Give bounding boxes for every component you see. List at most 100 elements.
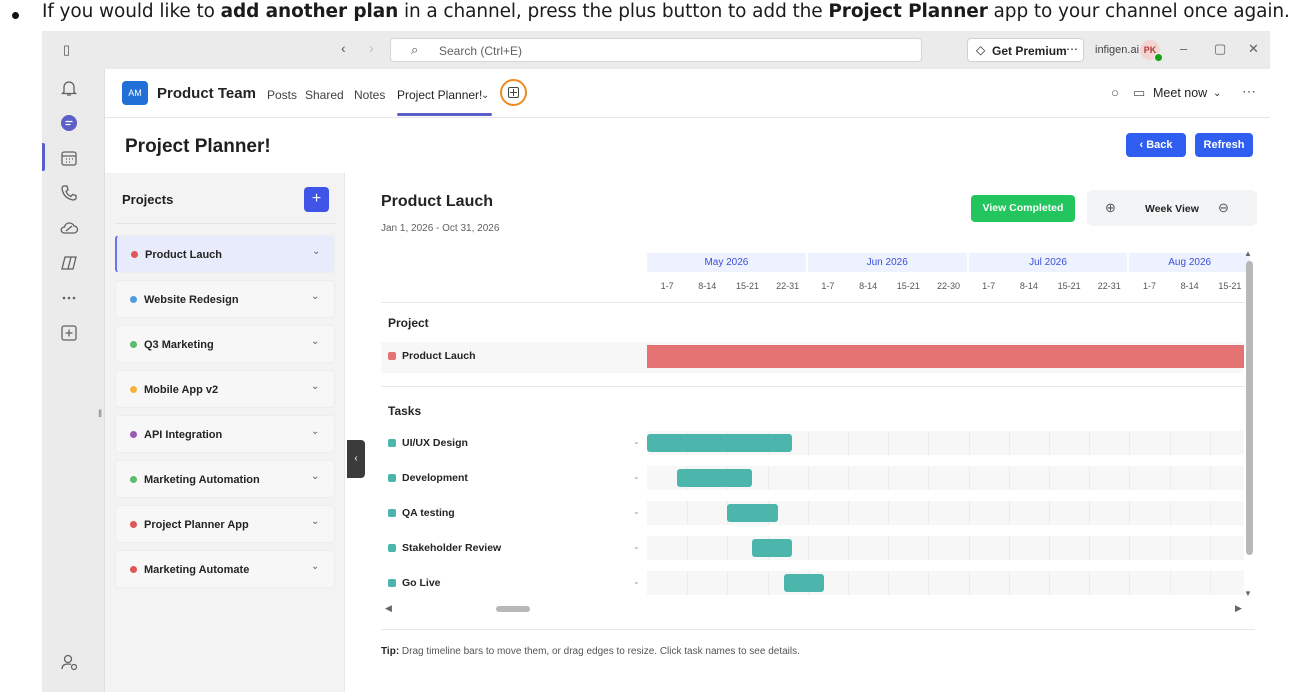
tab-posts[interactable]: Posts <box>267 88 297 102</box>
project-bar[interactable] <box>647 345 1244 368</box>
more-apps-icon[interactable] <box>58 287 80 309</box>
tip-text: Tip: Drag timeline bars to move them, or… <box>381 646 800 657</box>
scroll-left-icon[interactable]: ◀ <box>385 603 392 614</box>
week-gridline <box>807 431 809 455</box>
forward-nav-icon[interactable]: › <box>369 40 374 56</box>
chevron-down-icon[interactable]: ⌄ <box>311 336 319 347</box>
task-name[interactable]: Go Live <box>388 577 441 589</box>
chat-bubble-icon[interactable]: ○ <box>1111 85 1119 100</box>
chevron-down-icon[interactable]: ⌄ <box>312 246 320 257</box>
task-name[interactable]: UI/UX Design <box>388 437 468 449</box>
chevron-down-icon[interactable]: ⌄ <box>633 542 640 551</box>
tab-shared[interactable]: Shared <box>305 88 344 102</box>
scroll-up-icon[interactable]: ▲ <box>1244 249 1252 258</box>
back-nav-icon[interactable]: ‹ <box>341 40 346 56</box>
week-gridline <box>1049 501 1050 525</box>
week-gridline <box>968 431 970 455</box>
chevron-down-icon[interactable]: ⌄ <box>633 472 640 481</box>
get-premium-button[interactable]: ◇ Get Premium ⋯ <box>967 38 1084 62</box>
week-gridline <box>1008 466 1010 490</box>
week-gridline <box>687 501 689 525</box>
search-icon: ⌕ <box>411 42 419 57</box>
more-icon[interactable]: ⋯ <box>1066 42 1078 56</box>
chevron-down-icon[interactable]: ⌄ <box>311 426 319 437</box>
collapse-sidebar-button[interactable]: ‹ <box>347 440 365 478</box>
project-row-label[interactable]: Product Lauch <box>388 350 476 362</box>
task-bar[interactable] <box>647 434 792 452</box>
video-icon[interactable]: ▭ <box>1133 85 1145 101</box>
week-gridline <box>767 571 769 595</box>
avatar[interactable]: PK <box>1140 40 1163 62</box>
restore-icon[interactable]: ▢ <box>1214 41 1226 57</box>
user-settings-icon[interactable] <box>58 651 80 673</box>
calendar-icon[interactable] <box>58 147 80 169</box>
sidebar-item-project[interactable]: Project Planner App ⌄ <box>115 505 335 543</box>
project-name: Marketing Automate <box>144 564 250 576</box>
task-bar[interactable] <box>783 574 824 592</box>
sidebar-toggle-icon[interactable]: ▯ <box>63 42 70 58</box>
week-gridline <box>1089 536 1091 560</box>
task-bar[interactable] <box>677 469 752 487</box>
add-tab-button[interactable] <box>500 79 527 106</box>
sidebar-item-project[interactable]: Marketing Automate ⌄ <box>115 550 335 588</box>
add-project-button[interactable]: + <box>304 187 329 212</box>
task-name[interactable]: Development <box>388 472 468 484</box>
week-gridline <box>727 536 729 560</box>
task-name[interactable]: QA testing <box>388 507 455 519</box>
month-header: Aug 2026 <box>1129 253 1250 272</box>
minimize-icon[interactable]: – <box>1180 41 1187 56</box>
scroll-right-icon[interactable]: ▶ <box>1235 603 1242 614</box>
chevron-down-icon[interactable]: ⌄ <box>633 577 640 586</box>
resize-grip-icon[interactable]: ‖ <box>98 409 102 420</box>
project-color-dot <box>130 566 137 573</box>
week-header: 8-14 <box>1180 281 1199 291</box>
sidebar-item-project[interactable]: Q3 Marketing ⌄ <box>115 325 335 363</box>
meet-now-button[interactable]: Meet now <box>1153 86 1207 100</box>
sidebar-item-project[interactable]: API Integration ⌄ <box>115 415 335 453</box>
task-bar[interactable] <box>727 504 778 522</box>
chevron-down-icon[interactable]: ⌄ <box>311 471 319 482</box>
chevron-down-icon[interactable]: ⌄ <box>311 516 319 527</box>
chevron-down-icon[interactable]: ⌄ <box>311 381 319 392</box>
search-input[interactable]: ⌕ Search (Ctrl+E) <box>390 38 922 62</box>
back-button[interactable]: ‹ Back <box>1126 133 1186 157</box>
tab-project-planner[interactable]: Project Planner! <box>397 88 482 102</box>
add-apps-icon[interactable] <box>58 322 80 344</box>
week-gridline <box>1209 466 1211 490</box>
week-gridline <box>848 466 849 490</box>
chevron-down-icon[interactable]: ⌄ <box>311 561 319 572</box>
meet-chevron-icon[interactable]: ⌄ <box>1213 88 1221 99</box>
tab-notes[interactable]: Notes <box>354 88 385 102</box>
project-color-dot <box>130 431 137 438</box>
vertical-scrollbar[interactable] <box>1246 261 1253 555</box>
task-name[interactable]: Stakeholder Review <box>388 542 501 554</box>
close-icon[interactable]: ✕ <box>1248 41 1259 57</box>
gantt-timeline: May 2026 Jun 2026 Jul 2026 Aug 2026 1-7 8-14 1… <box>365 173 1270 692</box>
divider <box>115 223 335 224</box>
sidebar-item-project[interactable]: Product Lauch ⌄ <box>115 235 335 273</box>
bell-icon[interactable] <box>58 77 80 99</box>
week-gridline <box>1209 536 1211 560</box>
week-header: 1-7 <box>821 281 835 291</box>
chevron-down-icon[interactable]: ⌄ <box>481 90 489 101</box>
chevron-down-icon[interactable]: ⌄ <box>633 437 640 446</box>
horizontal-scrollbar[interactable] <box>496 606 530 612</box>
projects-sidebar: Projects + Product Lauch ⌄ Website Redesig… <box>105 173 345 692</box>
sidebar-item-project[interactable]: Marketing Automation ⌄ <box>115 460 335 498</box>
phone-icon[interactable] <box>58 182 80 204</box>
chevron-down-icon[interactable]: ⌄ <box>633 507 640 516</box>
scroll-down-icon[interactable]: ▼ <box>1244 589 1252 598</box>
more-icon[interactable]: ⋯ <box>1242 83 1256 100</box>
copilot-icon[interactable] <box>58 252 80 274</box>
presence-badge <box>1154 53 1163 62</box>
cloud-icon[interactable] <box>58 217 80 239</box>
chevron-down-icon[interactable]: ⌄ <box>311 291 319 302</box>
refresh-button[interactable]: Refresh <box>1195 133 1253 157</box>
task-bar[interactable] <box>751 539 792 557</box>
instruction-line: If you would like to add another plan in… <box>0 0 1302 30</box>
sidebar-item-project[interactable]: Website Redesign ⌄ <box>115 280 335 318</box>
week-gridline <box>1209 431 1211 455</box>
task-row-track <box>647 536 1244 560</box>
sidebar-item-project[interactable]: Mobile App v2 ⌄ <box>115 370 335 408</box>
chat-icon[interactable] <box>58 112 80 134</box>
